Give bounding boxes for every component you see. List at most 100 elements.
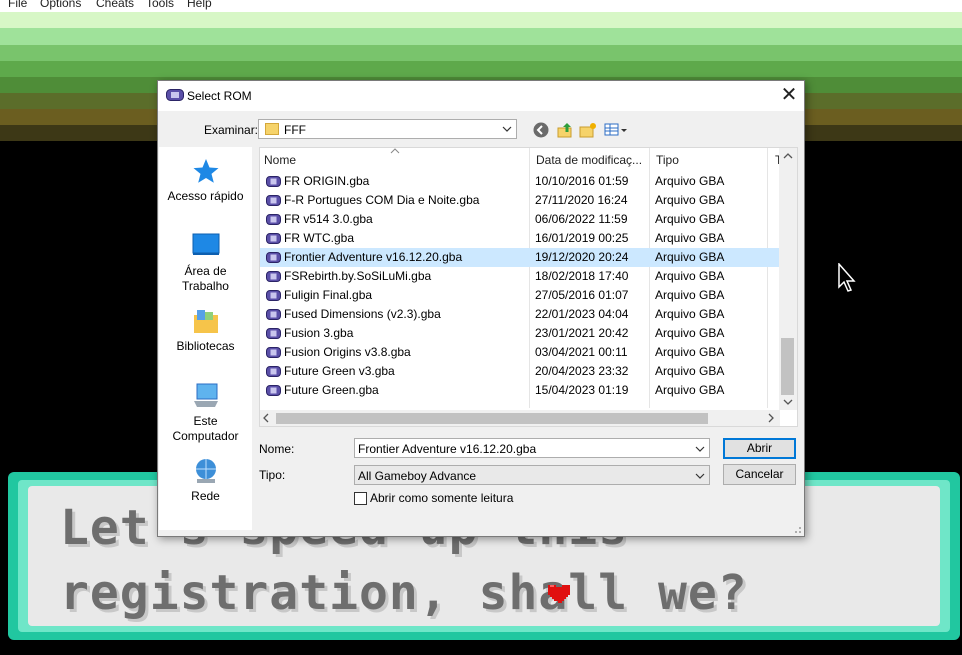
scroll-left-icon[interactable] bbox=[262, 413, 270, 423]
filetype-label: Tipo: bbox=[259, 468, 286, 482]
gba-file-icon bbox=[266, 328, 281, 339]
file-date: 06/06/2022 11:59 bbox=[535, 212, 628, 226]
view-menu-icon[interactable] bbox=[604, 121, 628, 139]
chevron-down-icon bbox=[695, 473, 705, 479]
bg-stripe bbox=[0, 28, 962, 45]
place-label: Bibliotecas bbox=[176, 339, 235, 353]
place-libraries[interactable]: Bibliotecas bbox=[159, 307, 252, 354]
file-row[interactable]: FR WTC.gba 16/01/2019 00:25 Arquivo GBA bbox=[260, 229, 780, 248]
file-type: Arquivo GBA bbox=[655, 269, 725, 283]
place-label: Acesso rápido bbox=[167, 189, 244, 203]
gba-file-icon bbox=[266, 290, 281, 301]
select-rom-dialog: Select ROM ✕ Examinar: FFF Acesso rápido… bbox=[157, 80, 805, 537]
new-folder-icon[interactable] bbox=[579, 121, 597, 139]
file-type: Arquivo GBA bbox=[655, 383, 725, 397]
gba-file-icon bbox=[266, 214, 281, 225]
dialog-titlebar[interactable]: Select ROM ✕ bbox=[158, 81, 804, 111]
file-date: 23/01/2021 20:42 bbox=[535, 326, 629, 340]
file-name: Future Green.gba bbox=[284, 383, 379, 397]
file-type: Arquivo GBA bbox=[655, 326, 725, 340]
bg-stripe bbox=[0, 12, 962, 28]
scroll-right-icon[interactable] bbox=[767, 413, 775, 423]
gba-file-icon bbox=[266, 252, 281, 263]
menu-tools[interactable]: Tools bbox=[146, 0, 174, 10]
horizontal-scroll-thumb[interactable] bbox=[276, 413, 708, 424]
file-date: 27/05/2016 01:07 bbox=[535, 288, 629, 302]
chevron-down-icon[interactable] bbox=[695, 444, 705, 454]
gba-file-icon bbox=[266, 195, 281, 206]
column-header-type[interactable]: Tipo bbox=[656, 148, 756, 172]
game-text-line2: registration, shall we? bbox=[60, 565, 748, 621]
gba-file-icon bbox=[266, 233, 281, 244]
file-row[interactable]: Fused Dimensions (v2.3).gba 22/01/2023 04… bbox=[260, 305, 780, 324]
menu-options[interactable]: Options bbox=[40, 0, 81, 10]
file-type: Arquivo GBA bbox=[655, 174, 725, 188]
readonly-label[interactable]: Abrir como somente leitura bbox=[370, 491, 513, 505]
place-network[interactable]: Rede bbox=[159, 457, 252, 504]
file-row[interactable]: FR ORIGIN.gba 10/10/2016 01:59 Arquivo GBA bbox=[260, 172, 780, 191]
cancel-button[interactable]: Cancelar bbox=[723, 464, 796, 485]
file-row[interactable]: Frontier Adventure v16.12.20.gba 19/12/20… bbox=[260, 248, 780, 267]
file-row[interactable]: Future Green.gba 15/04/2023 01:19 Arquivo … bbox=[260, 381, 780, 400]
file-row[interactable]: FSRebirth.by.SoSiLuMi.gba 18/02/2018 17:4… bbox=[260, 267, 780, 286]
network-icon bbox=[195, 459, 216, 483]
file-date: 16/01/2019 00:25 bbox=[535, 231, 629, 245]
gba-file-icon bbox=[266, 347, 281, 358]
place-this-pc[interactable]: Este Computador bbox=[159, 382, 252, 444]
menu-cheats[interactable]: Cheats bbox=[96, 0, 134, 10]
file-row[interactable]: Fuligin Final.gba 27/05/2016 01:07 Arquivo… bbox=[260, 286, 780, 305]
file-date: 22/01/2023 04:04 bbox=[535, 307, 629, 321]
file-type: Arquivo GBA bbox=[655, 288, 725, 302]
gba-icon bbox=[166, 89, 184, 101]
horizontal-scrollbar[interactable] bbox=[260, 410, 780, 426]
lookin-value: FFF bbox=[284, 123, 306, 137]
file-row[interactable]: Fusion Origins v3.8.gba 03/04/2021 00:11 A… bbox=[260, 343, 780, 362]
back-icon[interactable] bbox=[532, 121, 550, 139]
computer-icon bbox=[193, 383, 218, 407]
up-folder-icon[interactable] bbox=[556, 121, 574, 139]
scroll-up-icon[interactable] bbox=[783, 152, 793, 160]
vertical-scrollbar[interactable] bbox=[779, 148, 797, 410]
dialog-title: Select ROM bbox=[187, 89, 252, 103]
vertical-scroll-thumb[interactable] bbox=[781, 338, 794, 395]
file-date: 20/04/2023 23:32 bbox=[535, 364, 629, 378]
column-header-date[interactable]: Data de modificaç... bbox=[536, 148, 648, 172]
scroll-down-icon[interactable] bbox=[783, 398, 793, 406]
lookin-combo[interactable]: FFF bbox=[258, 119, 517, 139]
readonly-checkbox[interactable] bbox=[354, 492, 367, 505]
emulator-menubar: File Options Cheats Tools Help bbox=[0, 0, 962, 12]
menu-file[interactable]: File bbox=[8, 0, 27, 10]
file-row[interactable]: FR v514 3.0.gba 06/06/2022 11:59 Arquivo G… bbox=[260, 210, 780, 229]
resize-grip-icon[interactable] bbox=[792, 524, 802, 534]
places-bar: Acesso rápido Área de Trabalho Bibliotec… bbox=[159, 147, 252, 530]
file-name: F-R Portugues COM Dia e Noite.gba bbox=[284, 193, 480, 207]
bg-stripe bbox=[0, 61, 962, 77]
file-type: Arquivo GBA bbox=[655, 212, 725, 226]
file-name: FR ORIGIN.gba bbox=[284, 174, 370, 188]
heart-icon bbox=[548, 585, 570, 603]
filetype-select[interactable]: All Gameboy Advance bbox=[354, 465, 710, 485]
bg-stripe bbox=[0, 45, 962, 61]
file-date: 10/10/2016 01:59 bbox=[535, 174, 629, 188]
open-button[interactable]: Abrir bbox=[723, 438, 796, 459]
place-label: Este Computador bbox=[172, 414, 239, 443]
file-row[interactable]: F-R Portugues COM Dia e Noite.gba 27/11/2… bbox=[260, 191, 780, 210]
star-icon bbox=[193, 159, 218, 183]
close-button[interactable]: ✕ bbox=[774, 81, 804, 111]
file-name: FR WTC.gba bbox=[284, 231, 355, 245]
filename-label: Nome: bbox=[259, 442, 295, 456]
filename-input[interactable]: Frontier Adventure v16.12.20.gba bbox=[354, 438, 710, 458]
place-desktop[interactable]: Área de Trabalho bbox=[159, 232, 252, 294]
file-name: Fuligin Final.gba bbox=[284, 288, 373, 302]
file-row[interactable]: Future Green v3.gba 20/04/2023 23:32 Arqui… bbox=[260, 362, 780, 381]
gba-file-icon bbox=[266, 385, 281, 396]
desktop-icon bbox=[192, 233, 219, 255]
file-row[interactable]: Fusion 3.gba 23/01/2021 20:42 Arquivo GBA bbox=[260, 324, 780, 343]
menu-help[interactable]: Help bbox=[187, 0, 212, 10]
place-quick-access[interactable]: Acesso rápido bbox=[159, 157, 252, 204]
lookin-label: Examinar: bbox=[204, 123, 259, 137]
file-name: Fusion 3.gba bbox=[284, 326, 354, 340]
place-label: Rede bbox=[191, 489, 220, 503]
file-type: Arquivo GBA bbox=[655, 231, 725, 245]
file-name: Fused Dimensions (v2.3).gba bbox=[284, 307, 441, 321]
